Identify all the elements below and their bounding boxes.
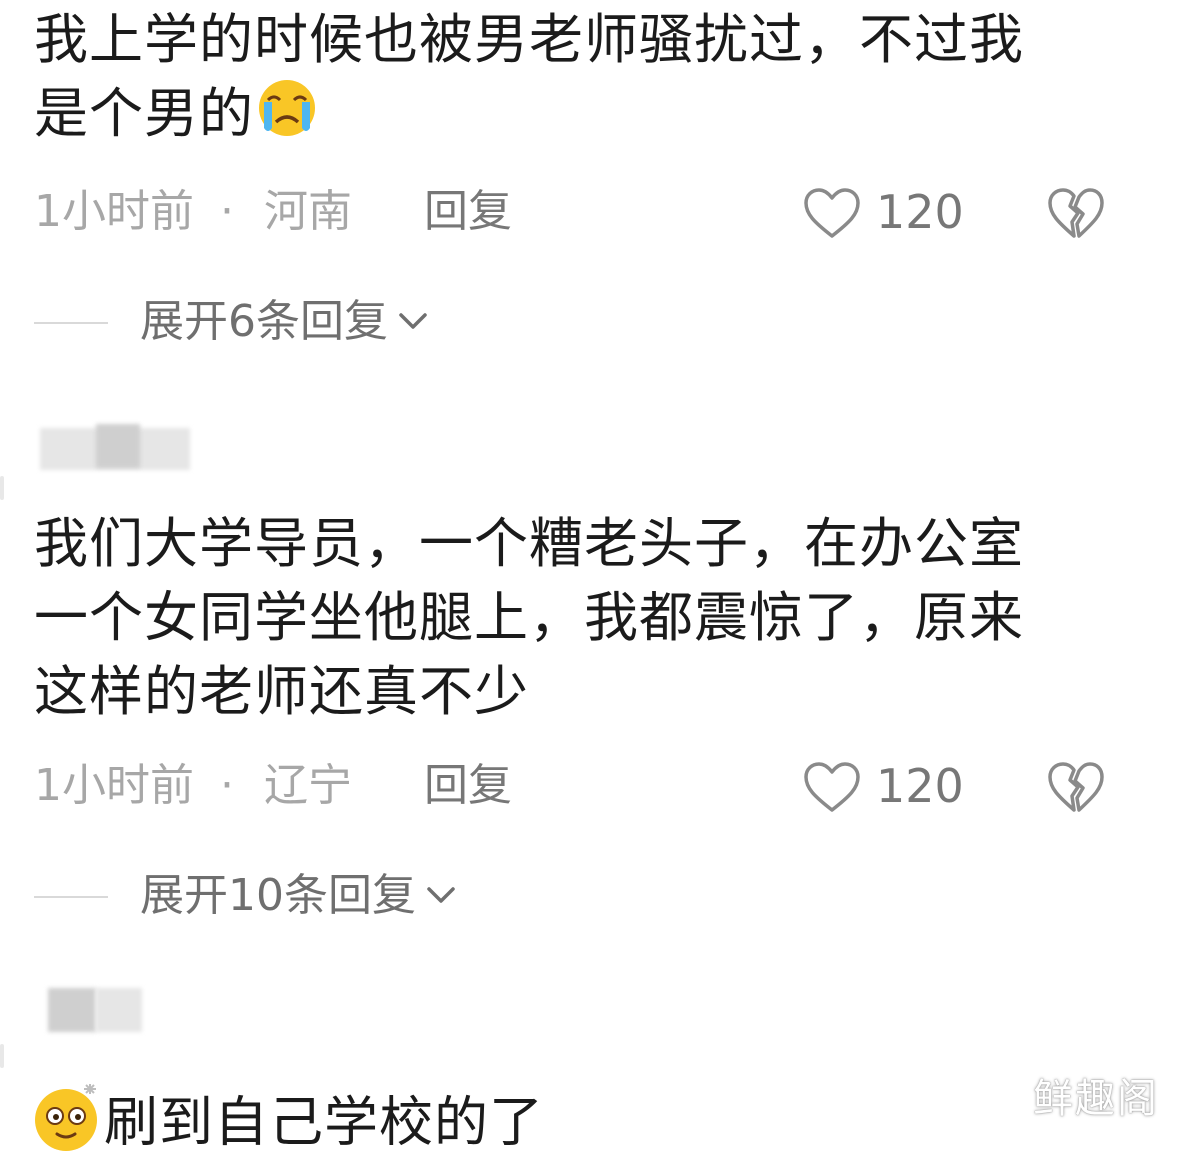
chevron-down-icon: [427, 887, 455, 903]
meta-separator: ·: [220, 760, 234, 811]
comment-time: 1小时前: [34, 186, 194, 237]
comment-meta: 1小时前 · 辽宁 回复 120: [34, 754, 1144, 818]
username-blurred: [96, 988, 142, 1032]
reply-button[interactable]: 回复: [424, 754, 512, 818]
comment-meta: 1小时前 · 河南 回复 120: [34, 180, 1144, 244]
comment-text-line: 刷到自己学校的了: [30, 1080, 544, 1172]
heart-outline-icon[interactable]: [802, 186, 862, 240]
like-count: 120: [876, 185, 964, 239]
chevron-down-icon: [399, 313, 427, 329]
edge-marker: [0, 1044, 4, 1068]
expand-divider: [34, 322, 108, 324]
expand-replies-text: 展开6条回复: [140, 296, 388, 347]
reply-button[interactable]: 回复: [424, 180, 512, 244]
expand-replies-label: 展开10条回复: [140, 868, 456, 924]
expand-replies-label: 展开6条回复: [140, 294, 428, 350]
watermark-logo: 鲜趣阁: [1033, 1076, 1159, 1122]
meta-separator: ·: [220, 186, 234, 237]
crying-face-emoji: [254, 78, 320, 156]
comment-text-segment: 是个男的: [34, 82, 254, 145]
avatar: [48, 988, 96, 1032]
like-count: 120: [876, 759, 964, 813]
broken-heart-icon[interactable]: [1046, 186, 1106, 240]
comment-text-segment: 刷到自己学校的了: [104, 1090, 544, 1154]
edge-marker: [0, 476, 4, 500]
comment-text-line: 是个男的: [34, 78, 320, 156]
comment-text-line: 这样的老师还真不少: [34, 660, 529, 723]
comment-text-line: 我上学的时候也被男老师骚扰过，不过我: [34, 8, 1024, 71]
expand-replies-text: 展开10条回复: [140, 870, 416, 921]
expand-divider: [34, 896, 108, 898]
heart-outline-icon[interactable]: [802, 760, 862, 814]
avatar: [96, 424, 140, 468]
broken-heart-icon[interactable]: [1046, 760, 1106, 814]
comment-location: 河南: [264, 186, 352, 237]
dazed-smiley-emoji: [30, 1080, 104, 1172]
comment-time: 1小时前: [34, 760, 194, 811]
expand-replies-button[interactable]: 展开6条回复: [34, 294, 494, 350]
comment-text-line: 一个女同学坐他腿上，我都震惊了，原来: [34, 586, 1024, 649]
comment-text-line: 我们大学导员，一个糟老头子，在办公室: [34, 512, 1024, 575]
comment-location: 辽宁: [264, 760, 352, 811]
expand-replies-button[interactable]: 展开10条回复: [34, 868, 524, 924]
